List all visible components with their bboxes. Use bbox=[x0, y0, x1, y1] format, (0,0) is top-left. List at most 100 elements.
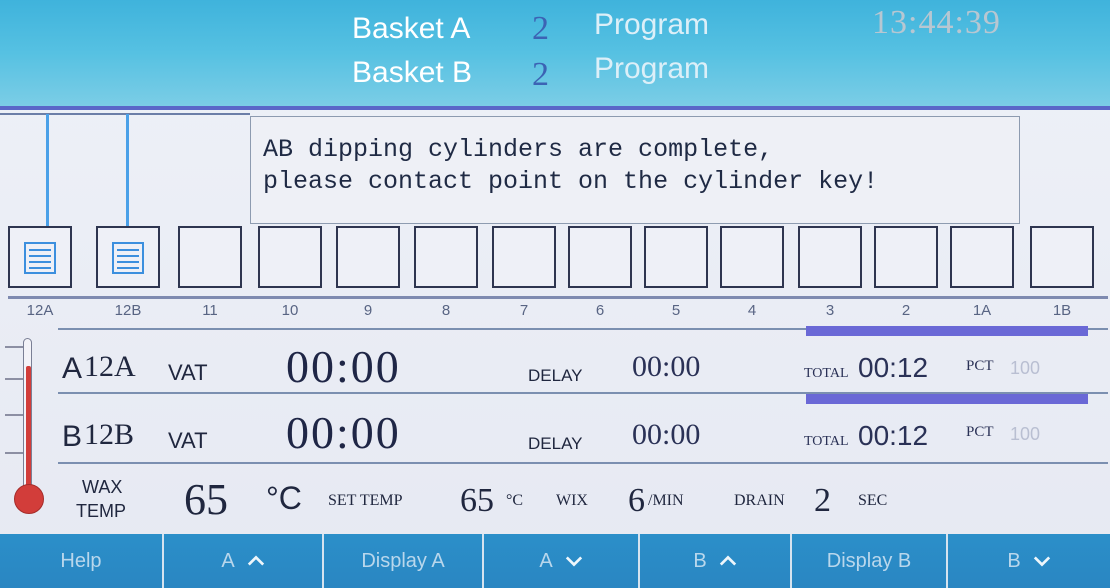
row-b-pct: 100 bbox=[1010, 424, 1041, 444]
row-b-vat-label: VAT bbox=[168, 428, 208, 453]
wax-temp-unit: °C bbox=[266, 480, 302, 516]
tank-1a[interactable] bbox=[950, 226, 1014, 288]
message-line-2: please contact point on the cylinder key… bbox=[263, 167, 879, 196]
drain-unit: SEC bbox=[858, 492, 888, 509]
row-b-vat-id: 12B bbox=[84, 418, 135, 451]
tank-8[interactable] bbox=[414, 226, 478, 288]
wax-label: WAX bbox=[82, 477, 123, 497]
row-a-vat-label: VAT bbox=[168, 360, 208, 385]
tank-row bbox=[8, 226, 1108, 300]
clock-time: 13:44:39 bbox=[872, 4, 1001, 41]
row-b-total: 00:12 bbox=[858, 420, 929, 451]
hanger-rail bbox=[0, 113, 250, 115]
tank-1b[interactable] bbox=[1030, 226, 1094, 288]
b-down-button[interactable]: B bbox=[948, 534, 1110, 588]
tank-12b[interactable] bbox=[96, 226, 160, 288]
display-a-button[interactable]: Display A bbox=[324, 534, 484, 588]
thermometer-fill bbox=[26, 366, 31, 490]
wix-value: 6 bbox=[628, 482, 645, 519]
tank-3[interactable] bbox=[798, 226, 862, 288]
a-down-button[interactable]: A bbox=[484, 534, 640, 588]
b-down-button-label: B bbox=[1007, 549, 1021, 572]
tank-label: 3 bbox=[825, 302, 835, 319]
tank-label: 5 bbox=[671, 302, 681, 319]
row-a-vat-id: 12A bbox=[84, 350, 136, 383]
row-a-letter: A bbox=[62, 352, 83, 385]
row-b-delay-label: DELAY bbox=[528, 434, 583, 453]
basket-a-program-label: Program bbox=[594, 8, 710, 41]
tank-7[interactable] bbox=[492, 226, 556, 288]
thermometer-tick bbox=[5, 414, 23, 416]
set-temp-value: 65 bbox=[460, 482, 494, 519]
basket-a-program-number: 2 bbox=[532, 10, 549, 47]
display-a-button-label: Display A bbox=[361, 549, 445, 572]
thermometer-tick bbox=[5, 452, 23, 454]
basket-a-label: Basket A bbox=[352, 12, 471, 45]
basket-icon bbox=[24, 242, 56, 274]
b-up-button-label: B bbox=[693, 549, 707, 572]
tank-label: 8 bbox=[441, 302, 451, 319]
tank-label: 10 bbox=[281, 302, 299, 319]
divider bbox=[58, 462, 1108, 464]
tank-11[interactable] bbox=[178, 226, 242, 288]
tank-label: 7 bbox=[519, 302, 529, 319]
wix-label: WIX bbox=[556, 492, 588, 509]
chevron-up-icon bbox=[719, 555, 736, 566]
basket-b-label: Basket B bbox=[352, 56, 473, 89]
hanger-b bbox=[126, 114, 129, 236]
tank-5[interactable] bbox=[644, 226, 708, 288]
set-temp-label: SET TEMP bbox=[328, 492, 403, 509]
basket-b-program-label: Program bbox=[594, 52, 710, 85]
row-a-pct-label: PCT bbox=[966, 358, 994, 374]
row-b-pct-label: PCT bbox=[966, 424, 994, 440]
chevron-down-icon bbox=[1033, 556, 1050, 567]
tank-6[interactable] bbox=[568, 226, 632, 288]
a-down-button-label: A bbox=[539, 549, 553, 572]
tank-label: 2 bbox=[901, 302, 911, 319]
tank-label: 6 bbox=[595, 302, 605, 319]
row-a-pct: 100 bbox=[1010, 358, 1041, 378]
row-b-progress-bar bbox=[806, 394, 1088, 404]
tank-label: 11 bbox=[202, 302, 218, 319]
hanger-a bbox=[46, 114, 49, 236]
row-a-progress-bar bbox=[806, 326, 1088, 336]
tank-label: 4 bbox=[747, 302, 757, 319]
tank-baseline bbox=[8, 296, 1108, 299]
thermometer-tick bbox=[5, 378, 23, 380]
wix-unit: /MIN bbox=[648, 492, 684, 509]
status-message-box: AB dipping cylinders are complete, pleas… bbox=[250, 116, 1020, 224]
tank-label: 1A bbox=[972, 302, 992, 319]
tank-12a[interactable] bbox=[8, 226, 72, 288]
a-up-button[interactable]: A bbox=[164, 534, 324, 588]
display-b-button[interactable]: Display B bbox=[792, 534, 948, 588]
tank-2[interactable] bbox=[874, 226, 938, 288]
b-up-button[interactable]: B bbox=[640, 534, 792, 588]
drain-value: 2 bbox=[814, 482, 831, 519]
tank-4[interactable] bbox=[720, 226, 784, 288]
row-b-delay: 00:00 bbox=[632, 418, 701, 451]
tank-9[interactable] bbox=[336, 226, 400, 288]
chevron-up-icon bbox=[247, 555, 264, 566]
message-line-1: AB dipping cylinders are complete, bbox=[263, 135, 774, 164]
basket-icon bbox=[112, 242, 144, 274]
help-button-label: Help bbox=[60, 549, 102, 572]
row-a-total-label: TOTAL bbox=[804, 366, 849, 381]
set-temp-unit: °C bbox=[506, 492, 524, 509]
row-a-delay-label: DELAY bbox=[528, 366, 583, 385]
display-b-button-label: Display B bbox=[826, 549, 912, 572]
a-up-button-label: A bbox=[221, 549, 235, 572]
basket-b-program-number: 2 bbox=[532, 56, 549, 93]
row-a-delay: 00:00 bbox=[632, 350, 701, 383]
tank-label: 9 bbox=[363, 302, 373, 319]
tank-label: 12B bbox=[114, 302, 142, 319]
drain-label: DRAIN bbox=[734, 492, 785, 509]
help-button[interactable]: Help bbox=[0, 534, 164, 588]
tank-10[interactable] bbox=[258, 226, 322, 288]
controller-screen: Basket A 2 Program Basket B 2 Program 13… bbox=[0, 0, 1110, 588]
tank-label: 1B bbox=[1052, 302, 1072, 319]
wax-temperature: 65 bbox=[184, 475, 228, 524]
tank-label: 12A bbox=[26, 302, 54, 319]
row-a-total: 00:12 bbox=[858, 352, 929, 383]
row-b-total-label: TOTAL bbox=[804, 434, 849, 449]
row-b-time: 00:00 bbox=[286, 407, 401, 458]
